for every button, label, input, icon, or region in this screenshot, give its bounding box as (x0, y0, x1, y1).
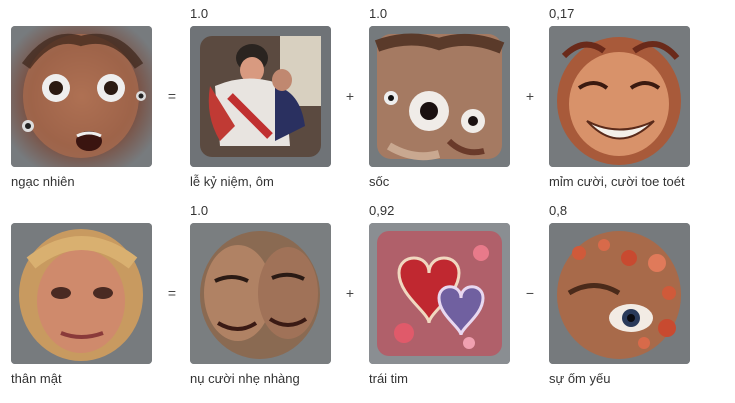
term-label: mỉm cười, cười toe toét (549, 174, 685, 189)
target-label: thân mật (11, 371, 62, 386)
heart-love-image (369, 223, 510, 364)
surprised-face-image (11, 26, 152, 167)
term-coefficient: 0,17 (549, 6, 575, 21)
term-label: trái tim (369, 371, 408, 386)
term-coefficient: 1.0 (369, 6, 388, 21)
gentle-smile-image (190, 223, 331, 364)
equals-sign: = (167, 285, 177, 301)
target-label: ngạc nhiên (11, 174, 75, 189)
plus-sign: + (525, 88, 535, 104)
term-label: sốc (369, 174, 390, 189)
sickness-face-image (549, 223, 690, 364)
shocked-face-image (369, 26, 510, 167)
smiling-face-image (549, 26, 690, 167)
plus-sign: + (345, 88, 355, 104)
term-coefficient: 1.0 (190, 203, 209, 218)
term-label: lễ kỷ niệm, ôm (190, 174, 274, 189)
equation-row-surprised: ngạc nhiên = 1.0 lễ kỷ niệm, ôm + 1.0 số… (0, 0, 735, 190)
term-coefficient: 1.0 (190, 6, 209, 21)
equals-sign: = (167, 88, 177, 104)
minus-sign: − (525, 285, 535, 301)
term-coefficient: 0,92 (369, 203, 395, 218)
intimate-face-image (11, 223, 152, 364)
term-coefficient: 0,8 (549, 203, 568, 218)
plus-sign: + (345, 285, 355, 301)
term-label: sự ốm yếu (549, 371, 611, 386)
term-label: nụ cười nhẹ nhàng (190, 371, 300, 386)
celebration-hug-image (190, 26, 331, 167)
equation-row-intimate: thân mật = 1.0 nụ cười nhẹ nhàng + 0,92 (0, 197, 735, 387)
